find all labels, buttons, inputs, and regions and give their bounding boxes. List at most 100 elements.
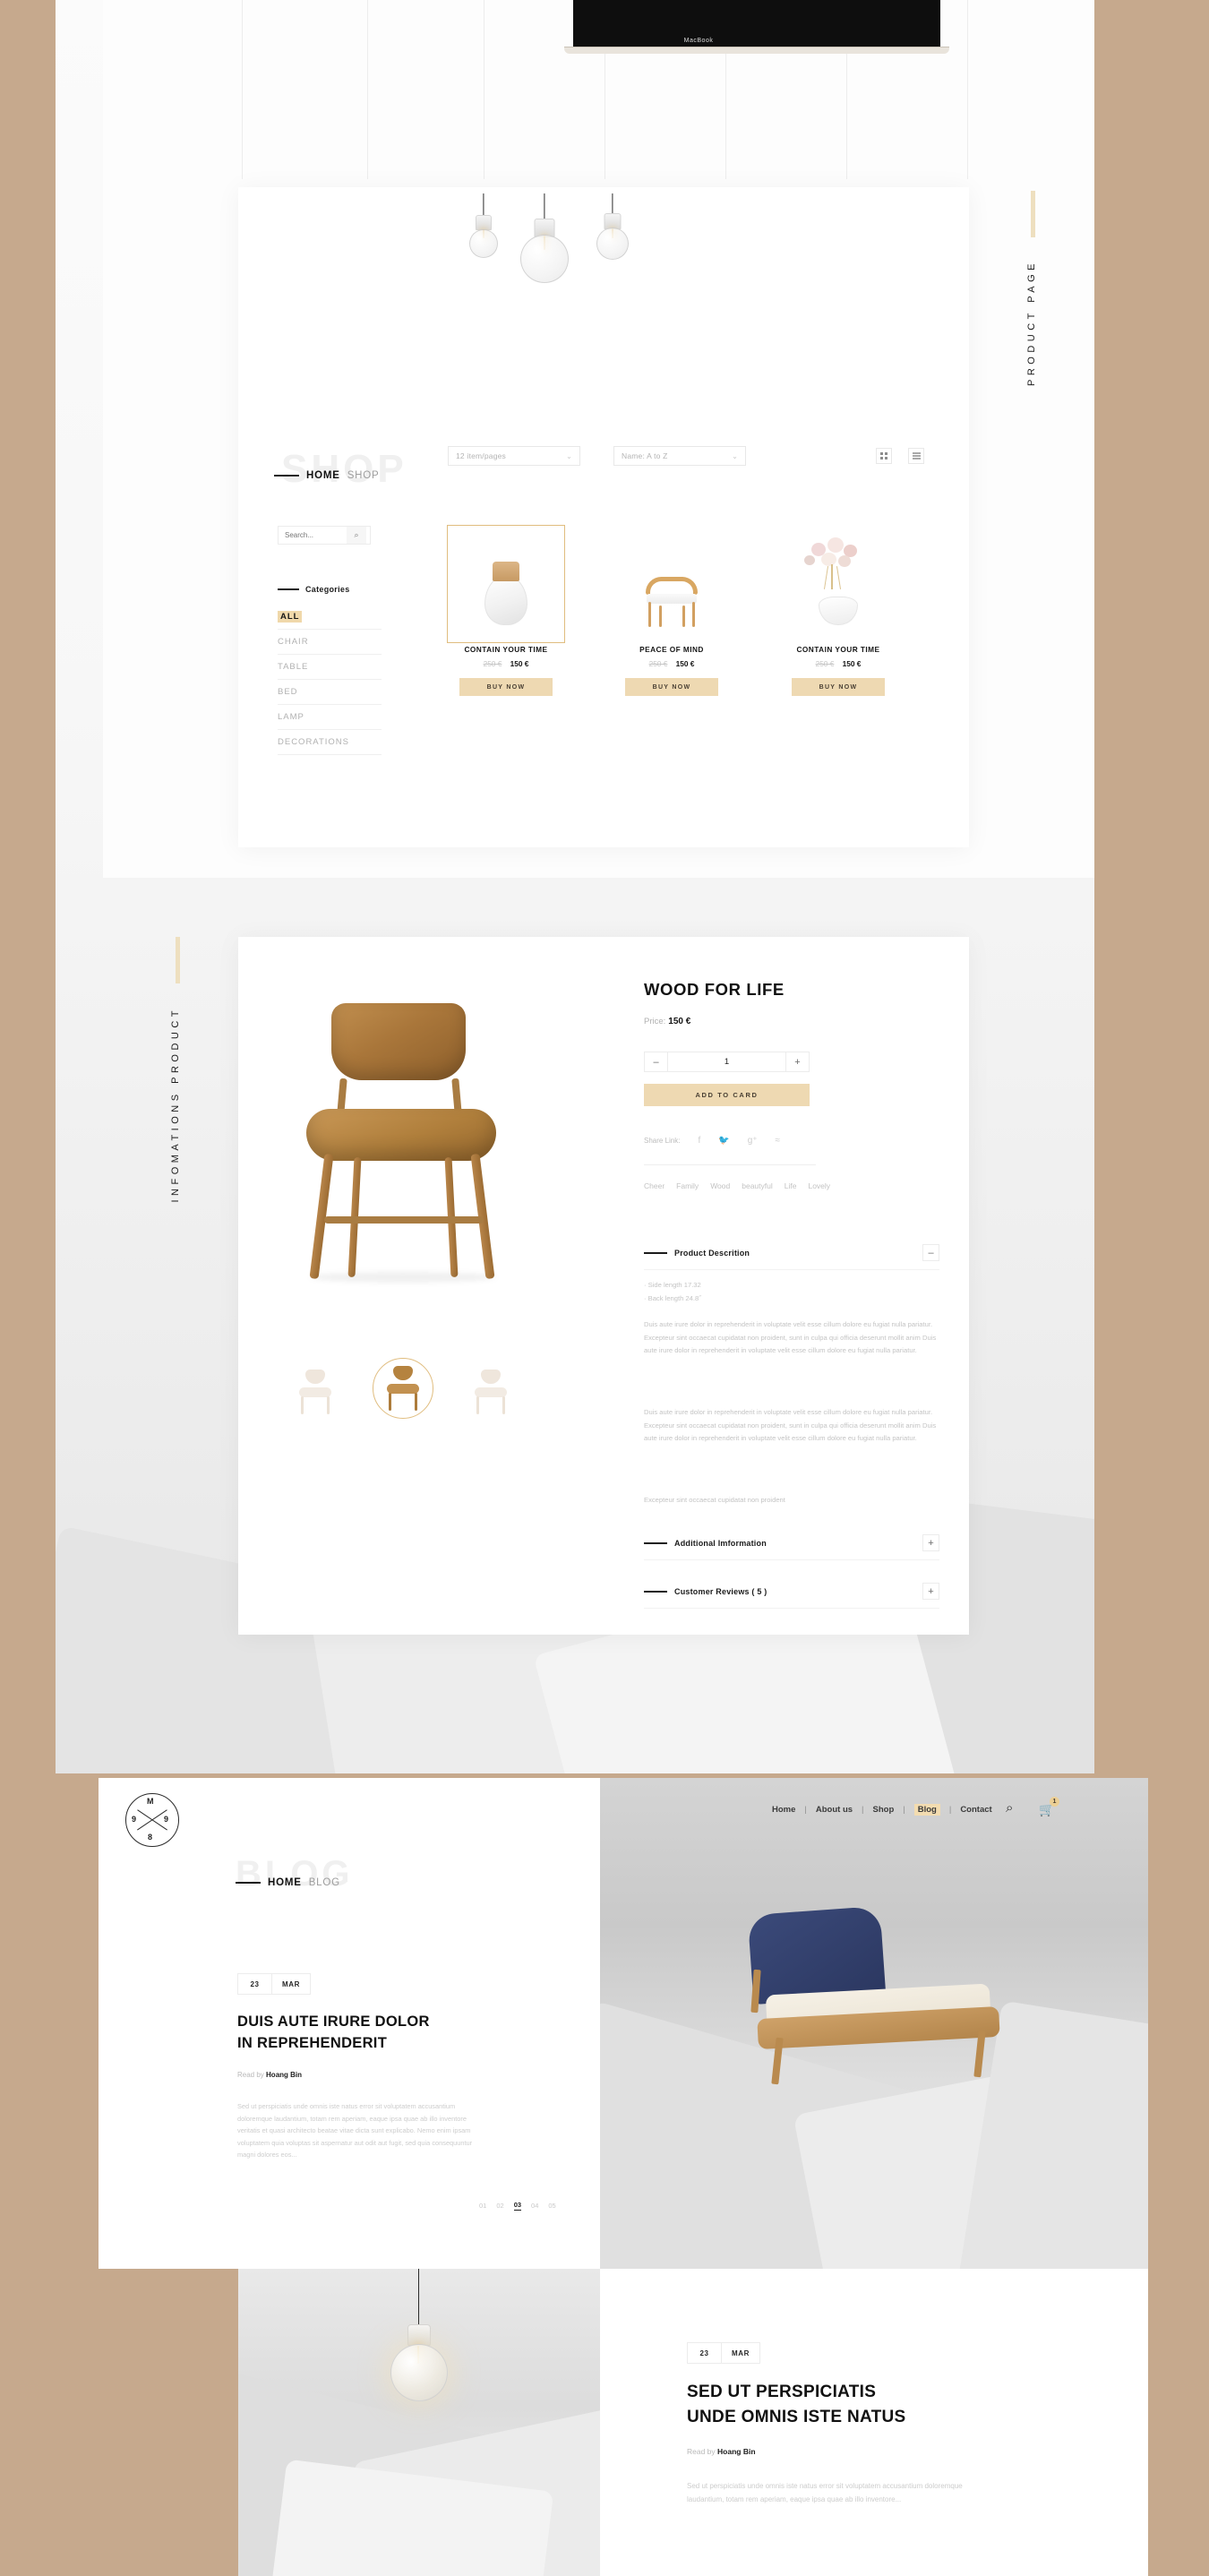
price-value: 150 € bbox=[668, 1017, 691, 1026]
logo-letter-9b: 9 bbox=[164, 1815, 169, 1824]
tag-item[interactable]: Life bbox=[785, 1181, 797, 1190]
accordion-dash bbox=[644, 1542, 667, 1544]
grid-view-icon bbox=[880, 452, 887, 459]
product-detail-price: Price: 150 € bbox=[644, 1017, 690, 1026]
product-prices: 250 € 150 € bbox=[792, 659, 885, 668]
product-title: CONTAIN YOUR TIME bbox=[464, 645, 548, 654]
product-image-flowers bbox=[792, 537, 885, 631]
nav-separator: | bbox=[948, 1805, 952, 1815]
tag-item[interactable]: Cheer bbox=[644, 1181, 665, 1190]
categories-header: Categories bbox=[278, 585, 350, 594]
infomations-accent-bar bbox=[176, 937, 180, 983]
buy-now-button[interactable]: BUY NOW bbox=[459, 678, 553, 696]
blog-breadcrumb-home[interactable]: HOME bbox=[268, 1877, 302, 1888]
blog-post-2-image bbox=[238, 2269, 600, 2576]
accordion-toggle-customer-reviews[interactable]: + bbox=[922, 1583, 939, 1600]
product-card[interactable]: CONTAIN YOUR TIME 250 € 150 € BUY NOW bbox=[792, 537, 885, 696]
search-input[interactable] bbox=[279, 527, 347, 544]
macbook-base bbox=[564, 47, 949, 54]
nav-separator: | bbox=[804, 1805, 807, 1815]
search-icon[interactable]: ⌕ bbox=[1006, 1800, 1013, 1816]
category-item-bed[interactable]: BED bbox=[278, 680, 382, 705]
page-root: MacBook PRODUCT PAGE SHOP HOME SHOP 12 i… bbox=[0, 0, 1209, 2576]
product-card[interactable]: PEACE OF MIND 250 € 150 € BUY NOW bbox=[625, 537, 718, 696]
category-item-lamp[interactable]: LAMP bbox=[278, 705, 382, 730]
ghost-shop-word: SHOP bbox=[281, 447, 407, 491]
per-page-value: 12 item/pages bbox=[456, 451, 506, 460]
googleplus-icon[interactable]: g⁺ bbox=[748, 1136, 758, 1146]
pendant-cord bbox=[418, 2269, 420, 2328]
buy-now-button[interactable]: BUY NOW bbox=[792, 678, 885, 696]
page-01[interactable]: 01 bbox=[479, 2202, 486, 2210]
accordion-header-customer-reviews[interactable]: Customer Reviews ( 5 ) bbox=[644, 1587, 767, 1596]
product-title: PEACE OF MIND bbox=[639, 645, 704, 654]
post-author[interactable]: Hoang Bin bbox=[717, 2447, 756, 2456]
category-item-table[interactable]: TABLE bbox=[278, 655, 382, 680]
post-title-line1[interactable]: DUIS AUTE IRURE DOLOR bbox=[237, 2014, 430, 2031]
product-card[interactable]: CONTAIN YOUR TIME 250 € 150 € BUY NOW bbox=[447, 525, 565, 696]
grid-view-toggle[interactable] bbox=[876, 448, 892, 464]
quantity-stepper[interactable]: – 1 + bbox=[644, 1052, 810, 1072]
nav-item-home[interactable]: Home bbox=[772, 1805, 795, 1815]
list-view-toggle[interactable] bbox=[908, 448, 924, 464]
sort-select[interactable]: Name: A to Z ⌄ bbox=[613, 446, 746, 466]
share-label: Share Link: bbox=[644, 1137, 681, 1145]
facebook-icon[interactable]: f bbox=[698, 1136, 700, 1146]
category-item-decorations[interactable]: DECORATIONS bbox=[278, 730, 382, 755]
post-author[interactable]: Hoang Bin bbox=[266, 2071, 302, 2079]
post-title-line2[interactable]: IN REPREHENDERIT bbox=[237, 2035, 387, 2052]
accordion-toggle-additional-information[interactable]: + bbox=[922, 1534, 939, 1551]
page-05[interactable]: 05 bbox=[548, 2202, 555, 2210]
nav-item-shop[interactable]: Shop bbox=[873, 1805, 895, 1815]
post-title-line1[interactable]: SED UT PERSPICIATIS bbox=[687, 2383, 876, 2402]
blog-breadcrumb-blog[interactable]: BLOG bbox=[309, 1877, 340, 1888]
tag-item[interactable]: Lovely bbox=[808, 1181, 830, 1190]
breadcrumb: HOME SHOP bbox=[274, 470, 380, 481]
page-03-current[interactable]: 03 bbox=[513, 2201, 522, 2211]
lamp-right bbox=[591, 193, 634, 276]
tag-item[interactable]: Family bbox=[676, 1181, 699, 1190]
post-title-line2[interactable]: UNDE OMNIS ISTE NATUS bbox=[687, 2408, 906, 2427]
per-page-select[interactable]: 12 item/pages ⌄ bbox=[448, 446, 580, 466]
product-detail-title: WOOD FOR LIFE bbox=[644, 980, 785, 999]
macbook-mockup: MacBook bbox=[430, 0, 967, 77]
rss-icon[interactable]: ≈ bbox=[776, 1136, 781, 1146]
thumbnail-1[interactable] bbox=[285, 1361, 346, 1422]
page-04[interactable]: 04 bbox=[531, 2202, 538, 2210]
search-box[interactable]: ⌕ bbox=[278, 526, 371, 545]
search-icon[interactable]: ⌕ bbox=[347, 527, 366, 544]
thumbnail-3[interactable] bbox=[460, 1361, 521, 1422]
accordion-header-product-description[interactable]: Product Descrition bbox=[644, 1249, 750, 1258]
breadcrumb-home[interactable]: HOME bbox=[306, 470, 340, 481]
post-day: 23 bbox=[238, 1974, 272, 1994]
accordion-toggle-product-description[interactable]: – bbox=[922, 1244, 939, 1261]
accordion-dash bbox=[644, 1252, 667, 1254]
layout-guide bbox=[242, 0, 243, 179]
accordion-label: Customer Reviews ( 5 ) bbox=[674, 1587, 767, 1596]
brand-logo[interactable]: M 9 9 8 bbox=[125, 1793, 179, 1847]
accordion-header-additional-information[interactable]: Additional Imformation bbox=[644, 1539, 767, 1548]
product-description-paragraph-1: Duis aute irure dolor in reprehenderit i… bbox=[644, 1320, 937, 1354]
product-old-price: 250 € bbox=[815, 659, 835, 668]
page-02[interactable]: 02 bbox=[496, 2202, 503, 2210]
thumbnail-2-selected[interactable] bbox=[373, 1358, 433, 1419]
add-to-cart-button[interactable]: ADD TO CARD bbox=[644, 1084, 810, 1106]
buy-now-button[interactable]: BUY NOW bbox=[625, 678, 718, 696]
nav-item-about-us[interactable]: About us bbox=[816, 1805, 853, 1815]
nav-item-blog[interactable]: Blog bbox=[913, 1804, 940, 1816]
category-item-all[interactable]: ALL bbox=[278, 605, 382, 630]
twitter-icon[interactable]: 🐦 bbox=[718, 1136, 729, 1146]
product-prices: 250 € 150 € bbox=[625, 659, 718, 668]
tag-item[interactable]: beautyful bbox=[742, 1181, 773, 1190]
breadcrumb-shop[interactable]: SHOP bbox=[347, 470, 380, 481]
category-item-chair[interactable]: CHAIR bbox=[278, 630, 382, 655]
post-byline: Read by Hoang Bin bbox=[237, 2071, 302, 2079]
quantity-value[interactable]: 1 bbox=[668, 1052, 785, 1072]
nav-item-contact[interactable]: Contact bbox=[960, 1805, 991, 1815]
category-list: ALL CHAIR TABLE BED LAMP DECORATIONS bbox=[278, 605, 382, 755]
logo-letter-8: 8 bbox=[148, 1833, 153, 1842]
product-hero-image-chair bbox=[285, 1003, 536, 1299]
quantity-plus-button[interactable]: + bbox=[785, 1052, 810, 1072]
tag-item[interactable]: Wood bbox=[710, 1181, 730, 1190]
quantity-minus-button[interactable]: – bbox=[644, 1052, 668, 1072]
